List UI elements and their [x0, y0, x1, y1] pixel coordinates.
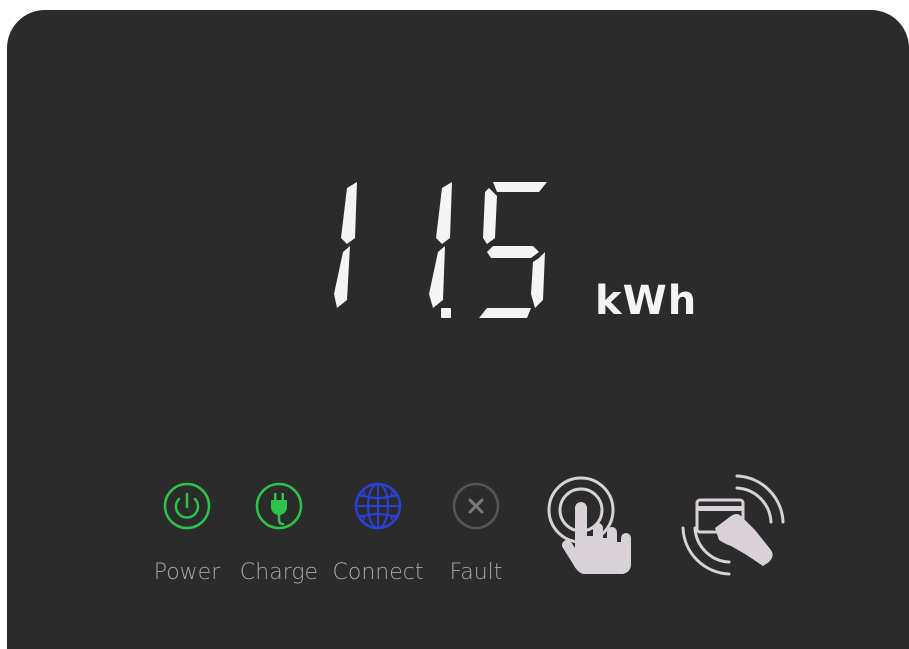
digit-3-segment-c	[531, 252, 545, 308]
seven-segment-display	[334, 182, 547, 318]
energy-readout	[307, 170, 577, 334]
decimal-point	[441, 308, 451, 318]
digit-3-segment-d	[479, 308, 531, 318]
card-tap-icon	[681, 474, 785, 576]
digit-3-segment-f	[483, 188, 497, 244]
indicator-power: Power	[142, 480, 232, 590]
indicator-charge: Charge	[234, 480, 324, 590]
digit-3-segment-g	[487, 246, 539, 258]
close-icon	[452, 482, 500, 530]
charger-display-panel: kWh Power Charge Connect Fault	[7, 10, 909, 649]
indicator-label-fault: Fault	[449, 560, 503, 585]
indicator-fault: Fault	[431, 480, 521, 590]
indicator-connect: Connect	[333, 480, 423, 590]
globe-icon	[354, 482, 402, 530]
digit-1-segment-c	[334, 246, 350, 308]
touch-start-button[interactable]	[543, 468, 643, 592]
digit-1-segment-b	[341, 182, 357, 244]
energy-unit: kWh	[595, 278, 698, 324]
power-icon	[163, 482, 211, 530]
plug-icon	[255, 482, 303, 530]
indicator-label-charge: Charge	[239, 560, 319, 585]
touch-hand-icon	[547, 476, 631, 574]
digit-2-segment-c	[429, 246, 445, 308]
card-tap-button[interactable]	[675, 466, 791, 590]
indicator-label-connect: Connect	[332, 560, 424, 585]
digit-3-segment-a	[493, 182, 547, 192]
digit-2-segment-b	[436, 182, 452, 244]
